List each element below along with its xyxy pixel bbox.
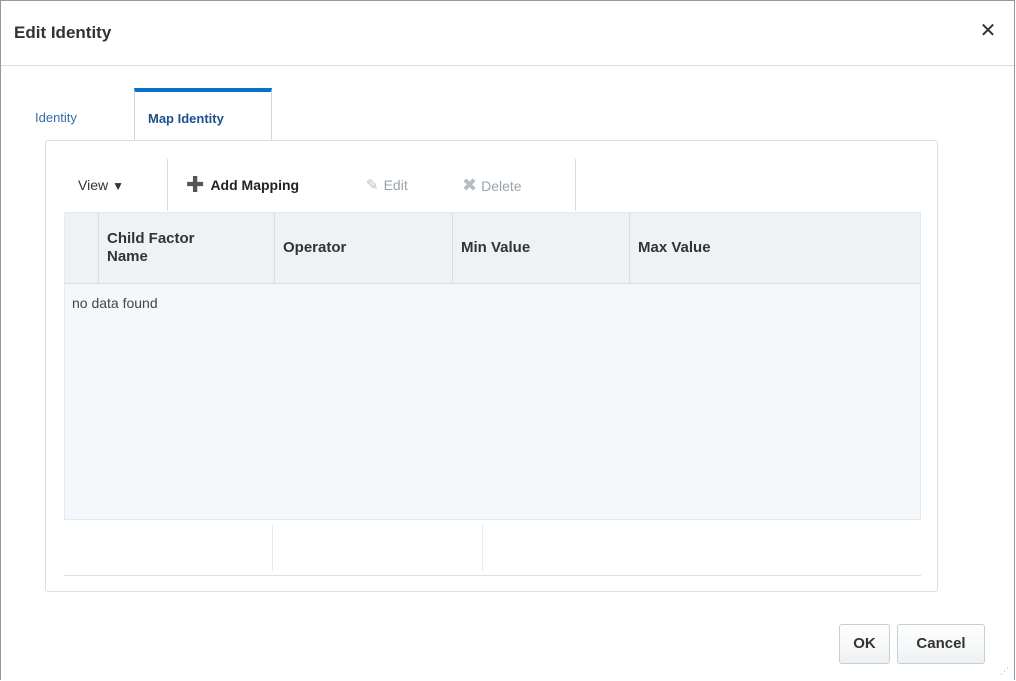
toolbar-divider — [167, 159, 168, 211]
ok-button[interactable]: OK — [839, 624, 890, 664]
edit-button[interactable]: ✎ Edit — [366, 159, 408, 211]
cancel-button[interactable]: Cancel — [897, 624, 985, 664]
resize-grip-icon[interactable]: ⋰ — [1000, 666, 1010, 676]
x-icon: ✖ — [462, 175, 478, 195]
table-footer — [64, 521, 921, 576]
map-identity-panel: View ▼ ✚ Add Mapping ✎ Edit ✖ Delete Child F… — [45, 140, 938, 592]
delete-button[interactable]: ✖ Delete — [462, 159, 522, 211]
dialog-title: Edit Identity — [14, 23, 112, 42]
table-toolbar: View ▼ ✚ Add Mapping ✎ Edit ✖ Delete — [64, 159, 576, 211]
close-icon[interactable]: ✕ — [976, 19, 1000, 43]
pencil-icon: ✎ — [366, 177, 379, 194]
column-label: Min Value — [461, 239, 531, 256]
toolbar-divider — [575, 159, 576, 211]
dialog-title-bar: Edit Identity ✕ — [1, 1, 1014, 66]
empty-table-message: no data found — [72, 295, 158, 311]
column-header-child-factor-name[interactable]: Child Factor Name — [99, 213, 275, 283]
view-menu-button[interactable]: View ▼ — [78, 159, 124, 211]
column-header-operator[interactable]: Operator — [275, 213, 453, 283]
footer-divider — [272, 525, 273, 571]
column-header-max-value[interactable]: Max Value — [630, 213, 922, 283]
mapping-table: Child Factor Name Operator Min Value Max… — [64, 212, 921, 520]
caret-down-icon: ▼ — [112, 179, 124, 193]
footer-divider — [482, 525, 483, 571]
delete-label: Delete — [481, 178, 522, 194]
edit-identity-dialog: Edit Identity ✕ Identity Map Identity Vi… — [0, 0, 1015, 680]
edit-label: Edit — [383, 177, 408, 193]
column-header-min-value[interactable]: Min Value — [453, 213, 630, 283]
tab-map-identity[interactable]: Map Identity — [134, 88, 272, 142]
add-mapping-button[interactable]: ✚ Add Mapping — [186, 159, 299, 211]
column-label: Child Factor Name — [107, 230, 195, 265]
table-header: Child Factor Name Operator Min Value Max… — [65, 213, 920, 284]
row-select-header — [65, 213, 99, 283]
column-label: Operator — [283, 239, 347, 256]
add-mapping-label: Add Mapping — [210, 177, 300, 193]
tab-identity[interactable]: Identity — [29, 88, 83, 140]
view-label: View — [78, 177, 109, 193]
column-label: Max Value — [638, 239, 711, 256]
plus-icon: ✚ — [186, 172, 205, 197]
